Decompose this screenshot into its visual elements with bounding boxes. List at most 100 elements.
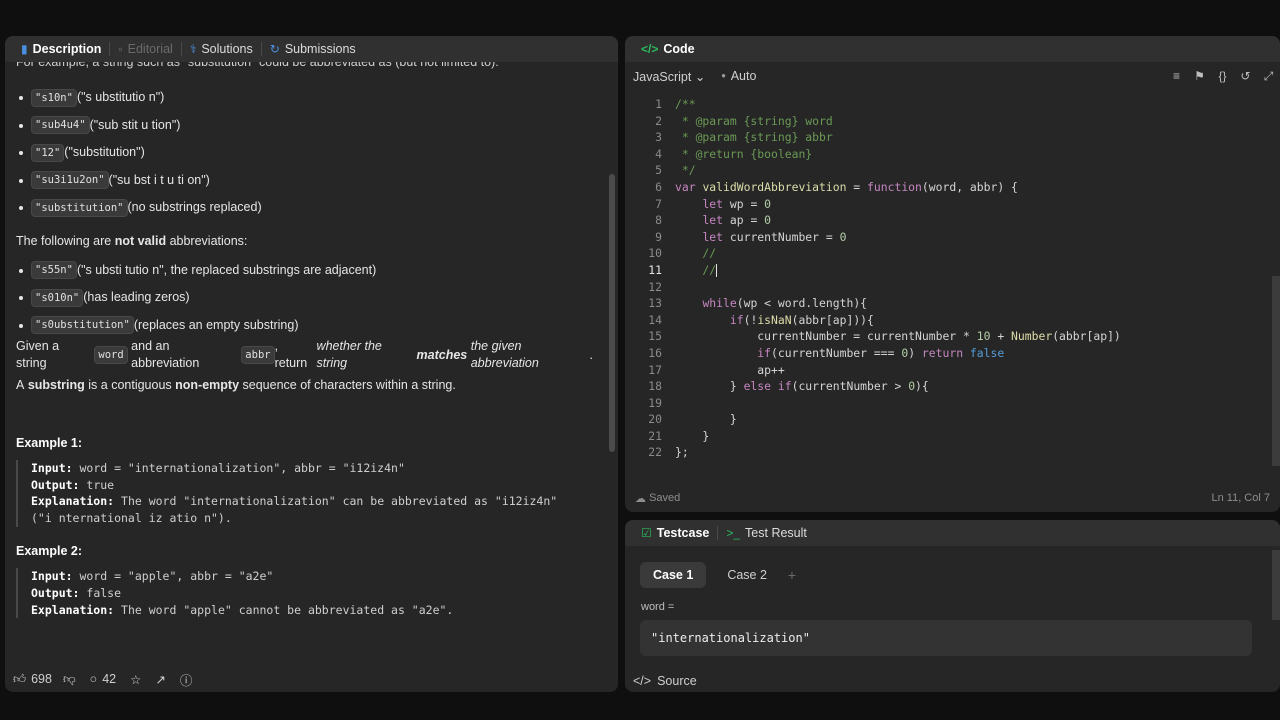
code-lines[interactable]: /** * @param {string} word * @param {str… (675, 96, 1121, 461)
code-line[interactable]: let currentNumber = 0 (675, 229, 1121, 246)
line-number: 8 (655, 213, 662, 228)
comment-icon: ○ (89, 672, 98, 686)
code-line[interactable]: // (675, 262, 1121, 279)
cloud-icon: ☁ (635, 492, 650, 505)
language-select[interactable]: JavaScript ⌄ (633, 69, 705, 84)
terminal-icon: >_ (726, 526, 741, 540)
like-button[interactable]: 👍︎ 698 👎︎ (13, 672, 76, 687)
bookmark-icon[interactable]: ⚑ (1188, 69, 1211, 83)
reset-icon[interactable]: ↺ (1234, 69, 1257, 83)
code-line[interactable] (675, 279, 1121, 296)
add-case-icon[interactable]: + (788, 567, 796, 583)
line-number: 22 (648, 445, 662, 460)
line-number: 21 (648, 428, 662, 443)
code-line[interactable]: if(!isNaN(abbr[ap])){ (675, 312, 1121, 329)
tab-solutions[interactable]: ⚕ Solutions (182, 36, 261, 62)
testcase-scrollbar[interactable] (1272, 550, 1280, 620)
tab-description[interactable]: ▮ Description (13, 36, 109, 62)
problem-description: For example, a string such as "substitut… (5, 62, 604, 666)
thumbs-down-icon: 👎︎ (62, 671, 76, 686)
case-2-button[interactable]: Case 2 (714, 562, 780, 588)
code-line[interactable]: } else if(currentNumber > 0){ (675, 378, 1121, 395)
star-icon[interactable]: ☆ (130, 672, 141, 687)
code-line[interactable] (675, 395, 1121, 412)
list-item: "s0ubstitution" (replaces an empty subst… (16, 312, 593, 340)
code-icon: </> (633, 674, 652, 688)
code-line[interactable]: if(currentNumber === 0) return false (675, 345, 1121, 362)
text-cursor (716, 263, 718, 277)
list-item: "s10n" ("s ubstitutio n") (16, 84, 593, 112)
line-number: 14 (648, 312, 662, 327)
expand-icon[interactable]: ⤢ (1257, 69, 1280, 84)
tab-code[interactable]: </> Code (633, 36, 703, 62)
code-status-bar: ☁ Saved Ln 11, Col 7 (635, 492, 1270, 505)
list-item: "su3i1u2on" ("su bst i t u ti on") (16, 167, 593, 195)
code-line[interactable]: }; (675, 444, 1121, 461)
line-number: 18 (648, 379, 662, 394)
code-line[interactable]: currentNumber = currentNumber * 10 + Num… (675, 328, 1121, 345)
description-panel: ▮ Description ▫ Editorial ⚕ Solutions ↻ … (5, 36, 618, 692)
case-tabs: Case 1 Case 2 + (625, 562, 1280, 588)
description-footer: 👍︎ 698 👎︎ ○ 42 ☆ ↗ ⓘ (5, 666, 618, 692)
flask-icon: ⚕ (189, 42, 197, 56)
invalid-abbreviation-list: "s55n" ("s ubsti tutio n", the replaced … (16, 257, 593, 340)
tab-test-result[interactable]: >_ Test Result (718, 520, 815, 546)
line-number: 15 (648, 329, 662, 344)
braces-icon[interactable]: {} (1211, 69, 1234, 83)
case-1-button[interactable]: Case 1 (640, 562, 707, 588)
code-line[interactable]: ap++ (675, 362, 1121, 379)
line-number: 3 (655, 130, 662, 145)
testcase-panel: ☑ Testcase >_ Test Result Case 1 Case 2 … (625, 520, 1280, 692)
line-number: 13 (648, 296, 662, 311)
line-number: 7 (655, 196, 662, 211)
line-number: 10 (648, 246, 662, 261)
tab-testcase[interactable]: ☑ Testcase (633, 520, 717, 546)
code-line[interactable]: // (675, 245, 1121, 262)
code-line[interactable]: let wp = 0 (675, 196, 1121, 213)
auto-mode[interactable]: Auto (731, 69, 757, 83)
line-number: 16 (648, 345, 662, 360)
line-number: 5 (655, 163, 662, 178)
substring-paragraph: A substring is a contiguous non-empty se… (16, 377, 456, 392)
share-icon[interactable]: ↗ (155, 672, 165, 687)
list-item: "sub4u4" ("sub stit u tion") (16, 112, 593, 140)
line-number: 19 (648, 395, 662, 410)
description-tabbar: ▮ Description ▫ Editorial ⚕ Solutions ↻ … (5, 36, 618, 62)
description-scrollbar[interactable] (609, 174, 615, 452)
source-button[interactable]: </> Source (633, 674, 697, 688)
tab-submissions[interactable]: ↻ Submissions (262, 36, 364, 62)
editor-scrollbar[interactable] (1272, 276, 1280, 466)
line-number: 12 (648, 279, 662, 294)
tab-editorial[interactable]: ▫ Editorial (110, 36, 180, 62)
code-panel: </> Code JavaScript ⌄ • Auto ≡ ⚑ {} ↺ ⤢ … (625, 36, 1280, 512)
code-line[interactable]: * @param {string} abbr (675, 129, 1121, 146)
var-label: word = (641, 601, 675, 613)
line-numbers: 1 2 3 4 5 6 7 8 9 10 11 12 13 14 15 16 17 18 19 20 21 22 (625, 96, 662, 461)
example-2-block: Input: word = "apple", abbr = "a2e" Outp… (16, 567, 593, 619)
code-icon: </> (641, 42, 659, 56)
code-line[interactable]: var validWordAbbreviation = function(wor… (675, 179, 1121, 196)
code-line[interactable]: } (675, 428, 1121, 445)
example-2: Example 2: Input: word = "apple", abbr =… (16, 543, 593, 619)
code-line[interactable]: */ (675, 162, 1121, 179)
format-icon[interactable]: ≡ (1165, 69, 1188, 83)
code-line[interactable]: * @return {boolean} (675, 146, 1121, 163)
code-line[interactable]: * @param {string} word (675, 113, 1121, 130)
code-line[interactable]: /** (675, 96, 1121, 113)
list-item: "12" ("substitution") (16, 139, 593, 167)
book-icon: ▫ (118, 42, 123, 56)
code-line[interactable]: } (675, 411, 1121, 428)
help-icon[interactable]: ⓘ (180, 670, 193, 689)
line-number: 11 (648, 262, 662, 277)
not-valid-intro: The following are not valid abbreviation… (16, 234, 248, 249)
comments-button[interactable]: ○ 42 (90, 672, 116, 686)
list-item: "s55n" ("s ubsti tutio n", the replaced … (16, 257, 593, 285)
code-editor[interactable]: 1 2 3 4 5 6 7 8 9 10 11 12 13 14 15 16 17 18 19 20 21 22 /** … (625, 96, 1270, 466)
code-tabbar: </> Code (625, 36, 1280, 62)
word-input[interactable]: "internationalization" (640, 620, 1252, 656)
line-number: 1 (655, 97, 662, 111)
code-line[interactable]: while(wp < word.length){ (675, 295, 1121, 312)
line-number: 17 (648, 362, 662, 377)
line-number: 6 (655, 179, 662, 194)
code-line[interactable]: let ap = 0 (675, 212, 1121, 229)
